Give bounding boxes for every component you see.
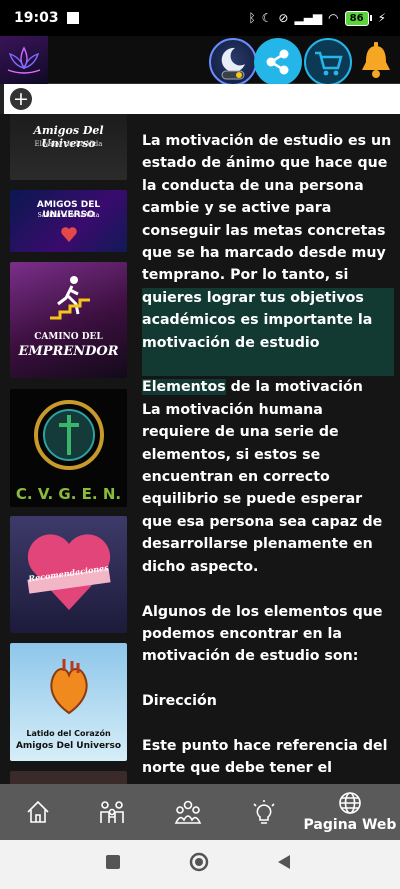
thumbnail-next[interactable] bbox=[10, 771, 127, 784]
lotus-logo-icon[interactable] bbox=[0, 36, 48, 84]
app-bar bbox=[0, 36, 400, 86]
app-screen: 19:03 ᛒ ☾ ⊘ ▂▄▆ ◠ 86 ⚡ + Amigos Del Univ… bbox=[0, 0, 400, 889]
web-page-label: Pagina Web bbox=[303, 817, 397, 833]
moon-icon: ☾ bbox=[261, 11, 273, 25]
battery-level: 86 bbox=[344, 10, 369, 26]
signal-icon: ▂▄▆ bbox=[294, 11, 323, 25]
paragraph-algunos: Algunos de los elementos que podemos enc… bbox=[142, 603, 383, 665]
article-text: La motivación de estudio es un estado de… bbox=[142, 130, 394, 784]
mute-icon: ⊘ bbox=[278, 11, 289, 25]
add-icon[interactable]: + bbox=[10, 88, 32, 110]
home-icon[interactable] bbox=[12, 784, 64, 840]
thumb-title: EMPRENDOR bbox=[18, 344, 119, 359]
thumbnail-recomendaciones[interactable]: Recomendaciones bbox=[10, 516, 127, 633]
highlight-elementos: Elementos bbox=[142, 379, 226, 396]
thumbnail-cvgen[interactable]: C. V. G. E. N. bbox=[10, 389, 127, 507]
thumbnail-amigos-universo-1[interactable]: Amigos Del Universo El Valor de La Vida bbox=[10, 114, 127, 180]
recents-icon[interactable] bbox=[105, 854, 121, 870]
thumb-title-top: Latido del Corazón bbox=[26, 729, 111, 738]
globe-icon bbox=[339, 792, 361, 814]
content-area[interactable]: Amigos Del Universo El Valor de La Vida … bbox=[0, 114, 400, 784]
thumb-title-top: CAMINO DEL bbox=[34, 332, 103, 342]
notification-square-icon bbox=[66, 12, 79, 24]
bluetooth-icon: ᛒ bbox=[248, 11, 256, 25]
battery-icon: 86 bbox=[344, 10, 372, 26]
bell-icon[interactable] bbox=[352, 38, 400, 86]
emblem-icon bbox=[34, 400, 104, 470]
night-mode-toggle[interactable] bbox=[209, 38, 257, 86]
thumb-subtitle: Sabiduría de la Vida bbox=[37, 212, 100, 219]
paragraph-intro: La motivación de estudio es un estado de… bbox=[142, 133, 392, 351]
family-icon[interactable] bbox=[86, 784, 138, 840]
thumb-subtitle: El Valor de La Vida bbox=[34, 140, 103, 148]
thumbnail-amigos-universo-2[interactable]: AMIGOS DEL UNIVERSO Sabiduría de la Vida bbox=[10, 190, 127, 252]
bottom-nav: Pagina Web bbox=[0, 784, 400, 840]
charging-icon: ⚡ bbox=[377, 11, 386, 25]
status-time: 19:03 bbox=[14, 10, 59, 26]
back-icon[interactable] bbox=[276, 854, 292, 870]
system-nav-bar bbox=[0, 840, 400, 889]
share-icon[interactable] bbox=[254, 38, 302, 86]
paragraph-direccion: Este punto hace referencia del norte que… bbox=[142, 737, 388, 784]
heading-direccion: Dirección bbox=[142, 693, 217, 710]
web-page-button[interactable]: Pagina Web bbox=[300, 784, 400, 840]
thumb-title: Amigos Del Universo bbox=[15, 741, 122, 751]
thumbnail-latido-corazon[interactable]: Latido del Corazón Amigos Del Universo bbox=[10, 643, 127, 761]
heading-elementos: Elementos de la motivación bbox=[142, 379, 363, 396]
wifi-icon: ◠ bbox=[328, 11, 339, 25]
paragraph-elementos: La motivación humana requiere de una ser… bbox=[142, 401, 383, 575]
climber-icon bbox=[50, 276, 90, 320]
thumb-title: C. V. G. E. N. bbox=[15, 485, 122, 503]
anatomical-heart-icon bbox=[50, 659, 88, 715]
status-icons: ᛒ ☾ ⊘ ▂▄▆ ◠ 86 ⚡ bbox=[248, 10, 386, 26]
thumbnail-camino-emprendor[interactable]: CAMINO DEL EMPRENDOR bbox=[10, 262, 127, 378]
toolbar-edge bbox=[0, 84, 4, 114]
heart-hands-icon bbox=[61, 227, 77, 242]
home-circle-icon[interactable] bbox=[189, 852, 209, 872]
cart-icon[interactable] bbox=[304, 38, 352, 86]
toolbar-strip: + bbox=[0, 84, 400, 114]
status-bar: 19:03 ᛒ ☾ ⊘ ▂▄▆ ◠ 86 ⚡ bbox=[0, 0, 400, 36]
lightbulb-icon[interactable] bbox=[238, 784, 290, 840]
group-icon[interactable] bbox=[162, 784, 214, 840]
